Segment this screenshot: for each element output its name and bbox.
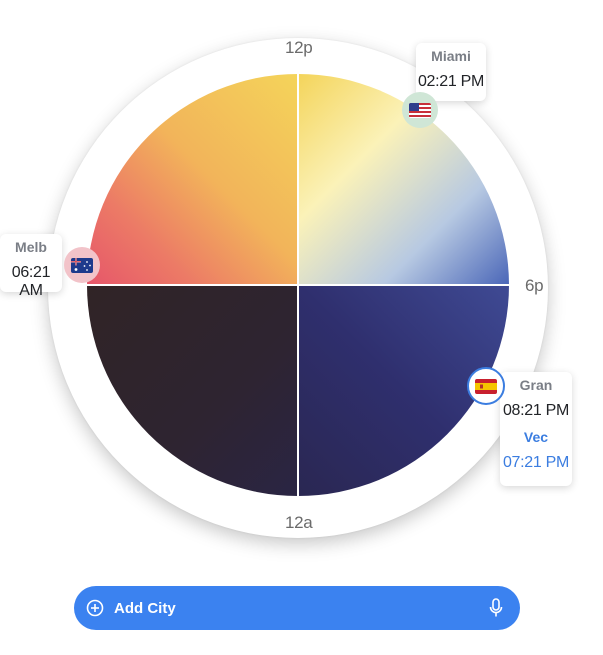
quadrant-morning [87, 74, 298, 285]
city-card-melbourne[interactable]: Melb 06:21 AM [0, 234, 62, 299]
plus-circle-icon [86, 599, 104, 617]
world-clock-screen: 12p 6p 12a Miami 02:21 PM Melb 06:21 AM [0, 0, 603, 655]
city-pin-gran[interactable] [467, 367, 505, 405]
city-time: 06:21 AM [11, 264, 51, 299]
hour-label-noon: 12p [285, 38, 313, 57]
clock-dial [60, 74, 509, 496]
city-pin-miami[interactable] [402, 92, 438, 128]
city-time: 08:21 PM [502, 402, 570, 419]
city-name: Gran [519, 377, 553, 393]
city-pin-melbourne[interactable] [64, 247, 100, 283]
hour-label-6pm: 6p [525, 276, 544, 295]
add-city-label: Add City [114, 599, 176, 617]
local-city-time: 07:21 PM [502, 454, 570, 471]
hour-label-midnight: 12a [285, 513, 313, 532]
local-city-name: Vec [523, 429, 549, 445]
quadrant-night [87, 285, 298, 496]
city-card-gran[interactable]: Gran 08:21 PM Vec 07:21 PM [500, 372, 572, 486]
city-name: Miami [431, 48, 471, 64]
city-name: Melb [15, 239, 47, 255]
add-city-button[interactable]: Add City [74, 586, 520, 630]
australia-flag-icon [71, 257, 93, 273]
city-time: 02:21 PM [417, 73, 485, 90]
spain-flag-icon [475, 378, 497, 394]
us-flag-icon [409, 102, 431, 118]
microphone-icon[interactable] [488, 598, 504, 618]
